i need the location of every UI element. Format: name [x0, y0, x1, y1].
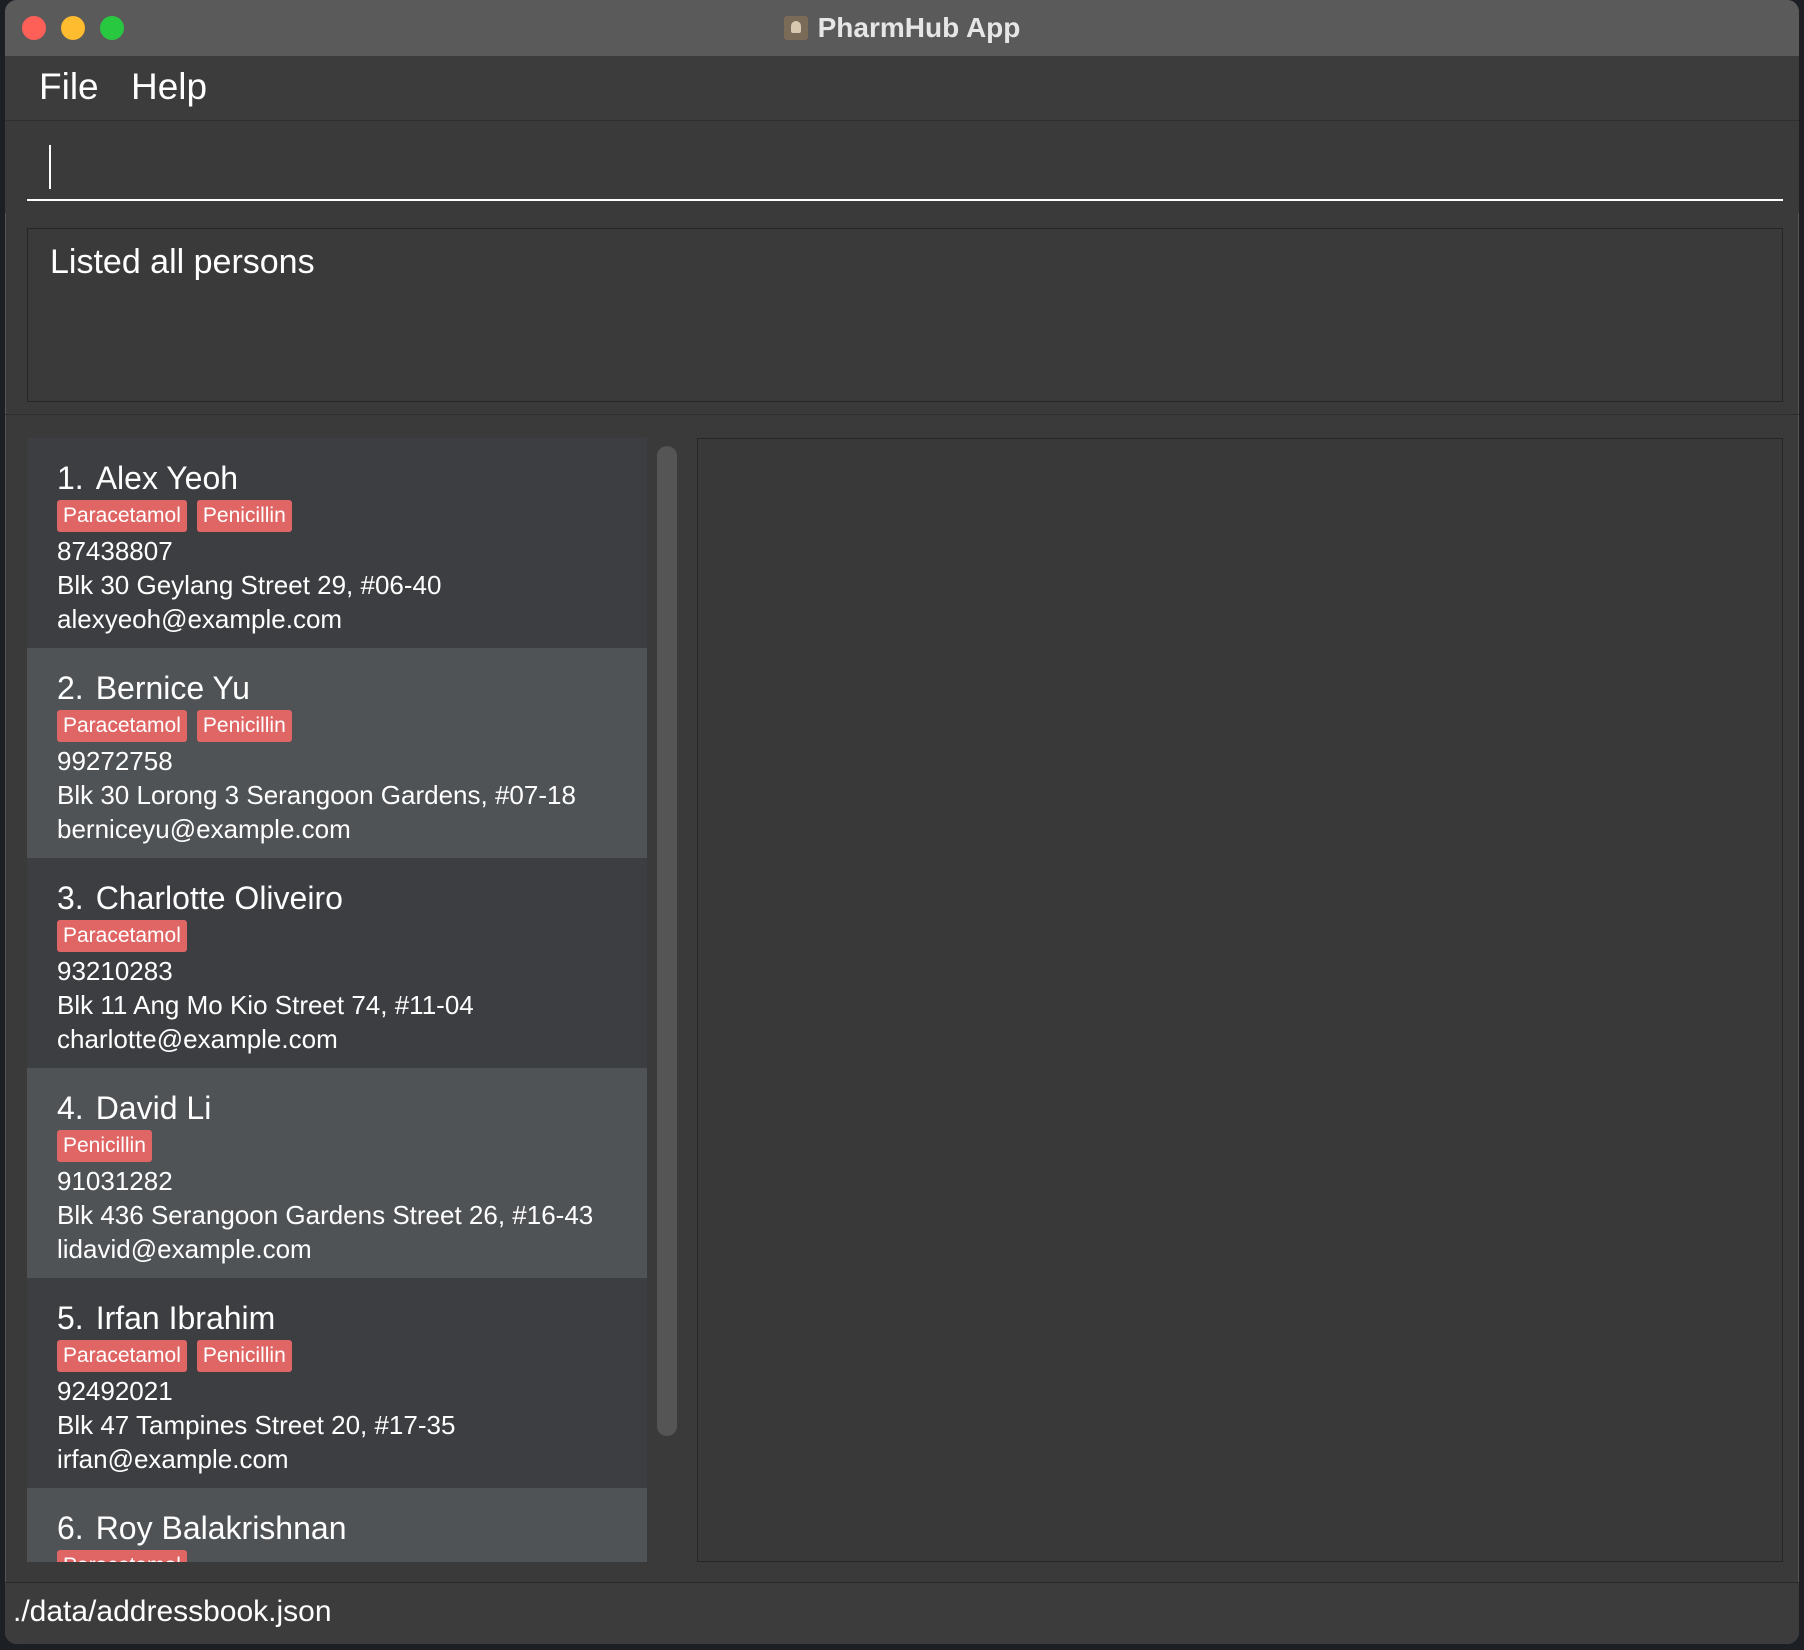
person-card[interactable]: 5. Irfan Ibrahim Paracetamol Penicillin 9249…: [27, 1278, 647, 1488]
person-card[interactable]: 3. Charlotte Oliveiro Paracetamol 93210283 B…: [27, 858, 647, 1068]
status-bar: ./data/addressbook.json: [5, 1582, 1799, 1644]
person-tags: Penicillin: [57, 1130, 647, 1164]
person-card[interactable]: 2. Bernice Yu Paracetamol Penicillin 9927275…: [27, 648, 647, 858]
allergy-tag: Paracetamol: [57, 1340, 187, 1372]
person-card[interactable]: 6. Roy Balakrishnan Paracetamol: [27, 1488, 647, 1562]
person-email: berniceyu@example.com: [57, 814, 351, 844]
person-email: irfan@example.com: [57, 1444, 289, 1474]
allergy-tag: Penicillin: [57, 1130, 152, 1162]
result-message: Listed all persons: [50, 243, 315, 281]
allergy-tag: Penicillin: [196, 1340, 292, 1372]
person-tags: Paracetamol: [57, 1550, 647, 1562]
window-title: PharmHub App: [817, 12, 1021, 43]
person-name: Alex Yeoh: [95, 460, 239, 496]
person-email: charlotte@example.com: [57, 1024, 338, 1054]
allergy-tag: Penicillin: [196, 710, 292, 742]
allergy-tag: Paracetamol: [57, 1550, 187, 1562]
person-name: Bernice Yu: [95, 670, 250, 706]
allergy-tag: Paracetamol: [57, 710, 187, 742]
menu-file[interactable]: File: [39, 66, 99, 108]
person-name: Irfan Ibrahim: [95, 1300, 276, 1336]
person-index: 5.: [57, 1300, 84, 1336]
person-tags: Paracetamol Penicillin: [57, 1340, 647, 1374]
command-input[interactable]: [27, 121, 1783, 201]
person-list-scrollbar[interactable]: [657, 446, 677, 1436]
person-address: Blk 436 Serangoon Gardens Street 26, #16…: [57, 1200, 594, 1230]
person-email: alexyeoh@example.com: [57, 604, 343, 634]
menu-bar: File Help: [5, 56, 1799, 121]
person-name: David Li: [95, 1090, 212, 1126]
person-phone: 91031282: [57, 1166, 173, 1196]
app-window: PharmHub App File Help Listed all person…: [5, 0, 1799, 1644]
person-card[interactable]: 1. Alex Yeoh Paracetamol Penicillin 87438807…: [27, 438, 647, 648]
person-name-line: 6. Roy Balakrishnan: [57, 1508, 647, 1548]
command-box: [5, 121, 1799, 213]
person-index: 4.: [57, 1090, 84, 1126]
person-name-line: 1. Alex Yeoh: [57, 458, 647, 498]
person-name: Roy Balakrishnan: [95, 1510, 347, 1546]
person-index: 3.: [57, 880, 84, 916]
data-file-path: ./data/addressbook.json: [13, 1595, 332, 1628]
person-phone: 93210283: [57, 956, 173, 986]
person-phone: 99272758: [57, 746, 173, 776]
allergy-tag: Paracetamol: [57, 920, 187, 952]
person-address: Blk 11 Ang Mo Kio Street 74, #11-04: [57, 990, 474, 1020]
person-index: 2.: [57, 670, 84, 706]
result-display: Listed all persons: [27, 228, 1783, 402]
scrollbar-thumb[interactable]: [657, 446, 677, 1436]
title-bar: PharmHub App: [5, 0, 1799, 57]
person-phone: 92492021: [57, 1376, 173, 1406]
person-phone: 87438807: [57, 536, 173, 566]
text-caret: [49, 145, 51, 189]
person-card[interactable]: 4. David Li Penicillin 91031282 Blk 436 Sera…: [27, 1068, 647, 1278]
person-name-line: 2. Bernice Yu: [57, 668, 647, 708]
allergy-tag: Paracetamol: [57, 500, 187, 532]
person-list[interactable]: 1. Alex Yeoh Paracetamol Penicillin 87438807…: [27, 438, 652, 1562]
person-email: lidavid@example.com: [57, 1234, 312, 1264]
menu-help[interactable]: Help: [131, 66, 207, 108]
person-name-line: 3. Charlotte Oliveiro: [57, 878, 647, 918]
person-index: 1.: [57, 460, 84, 496]
person-tags: Paracetamol Penicillin: [57, 500, 647, 534]
person-tags: Paracetamol Penicillin: [57, 710, 647, 744]
detail-panel: [697, 438, 1783, 1562]
person-address: Blk 30 Lorong 3 Serangoon Gardens, #07-1…: [57, 780, 576, 810]
person-name: Charlotte Oliveiro: [95, 880, 343, 916]
person-index: 6.: [57, 1510, 84, 1546]
app-icon: [783, 16, 808, 40]
person-address: Blk 30 Geylang Street 29, #06-40: [57, 570, 442, 600]
person-name-line: 5. Irfan Ibrahim: [57, 1298, 647, 1338]
person-name-line: 4. David Li: [57, 1088, 647, 1128]
person-tags: Paracetamol: [57, 920, 647, 954]
allergy-tag: Penicillin: [196, 500, 292, 532]
person-address: Blk 47 Tampines Street 20, #17-35: [57, 1410, 456, 1440]
divider: [5, 414, 1799, 415]
